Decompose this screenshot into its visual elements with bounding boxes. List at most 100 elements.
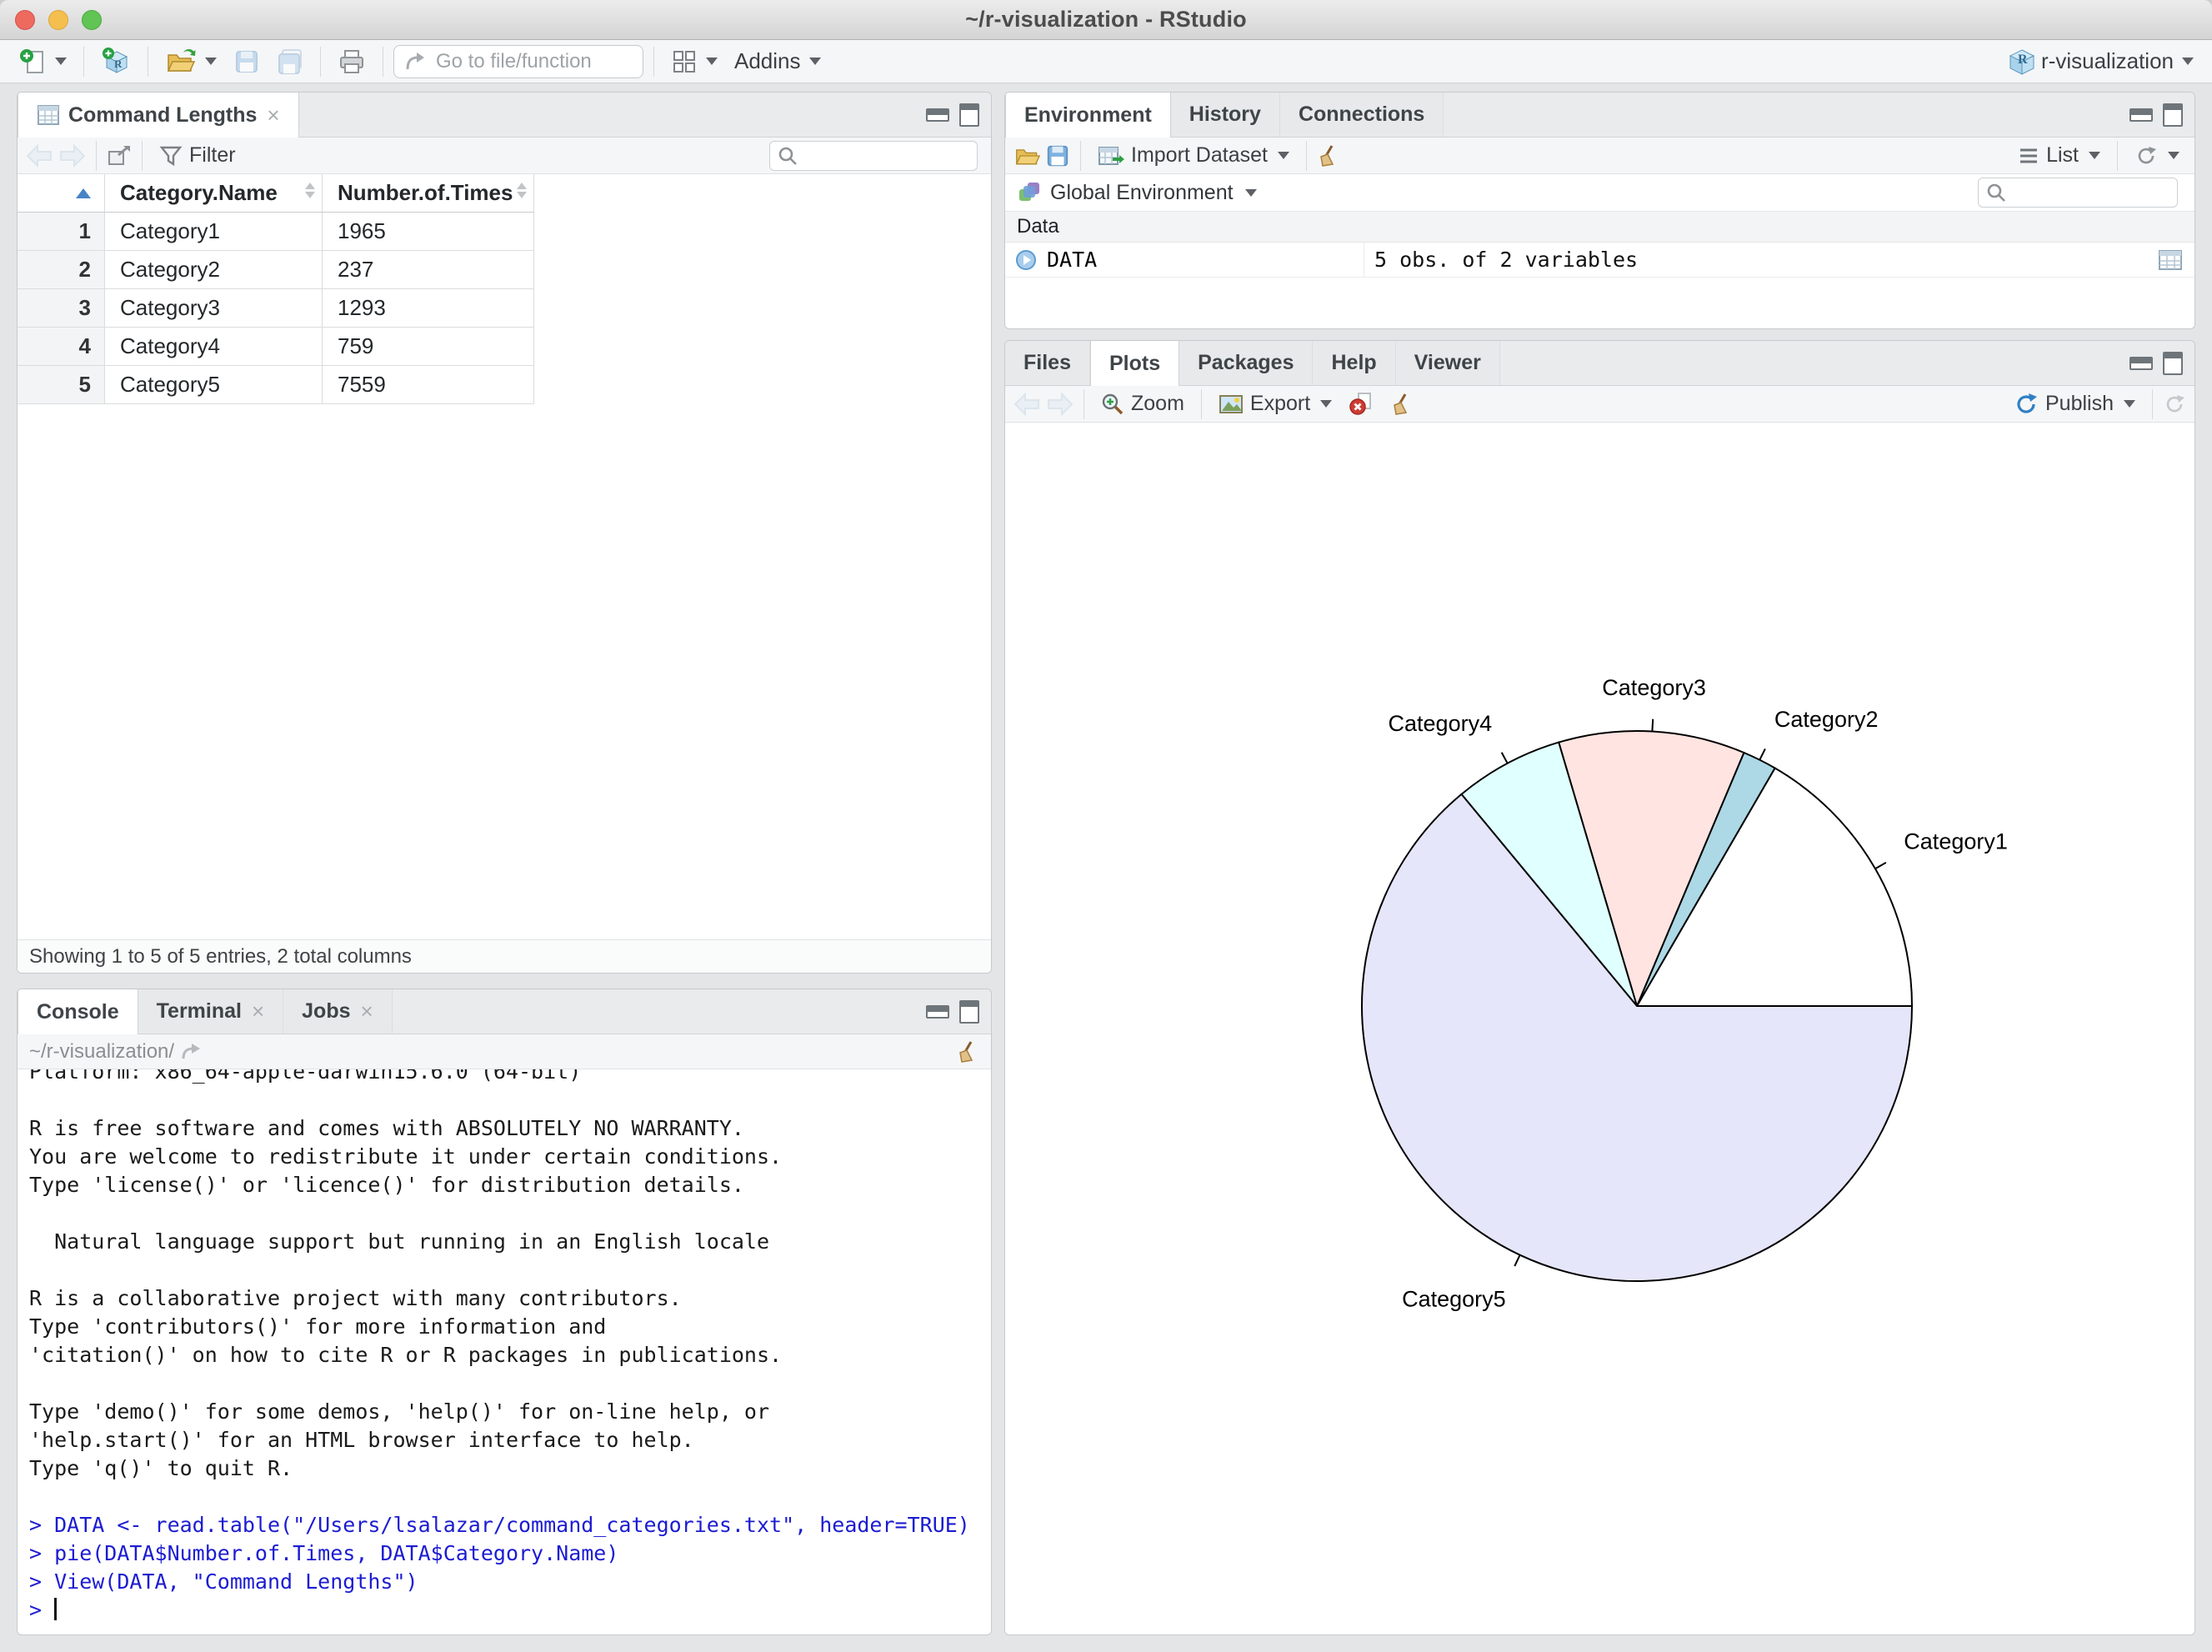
view-table-icon[interactable] <box>2158 249 2183 271</box>
tab-title: Command Lengths <box>68 103 258 127</box>
addins-label: Addins <box>734 48 801 73</box>
clear-all-plots-button[interactable] <box>1384 393 1420 416</box>
open-file-button[interactable] <box>158 43 223 80</box>
zoom-magnifier-icon <box>1102 393 1124 414</box>
remove-plot-button[interactable] <box>1342 392 1380 417</box>
minimize-pane-icon[interactable] <box>2129 108 2153 122</box>
console-output-line: Type 'license()' or 'licence()' for dist… <box>29 1173 744 1197</box>
save-all-icon <box>278 48 302 74</box>
close-icon[interactable]: × <box>267 103 279 128</box>
data-table: Category.Name Number.of.Times 1 Category1… <box>18 174 534 404</box>
tab-environment[interactable]: Environment <box>1005 93 1171 138</box>
project-menu-button[interactable]: R r-visualization <box>2001 43 2200 80</box>
refresh-plot-icon[interactable] <box>2163 393 2186 416</box>
next-plot-icon[interactable] <box>1045 392 1073 416</box>
minimize-window-button[interactable] <box>48 10 68 30</box>
tab-jobs[interactable]: Jobs × <box>283 989 393 1034</box>
console-prompt-line: > <box>29 1596 991 1624</box>
clear-environment-broom-icon[interactable] <box>1317 144 1340 168</box>
tab-history[interactable]: History <box>1170 93 1280 137</box>
minimize-pane-icon[interactable] <box>926 1004 949 1019</box>
plot-canvas: Category1 Category2 Category3 Category4 Cate… <box>1005 423 2194 1634</box>
divider <box>653 46 654 77</box>
table-cell: 3 <box>18 289 105 327</box>
title-bar: ~/r-visualization - RStudio <box>0 0 2212 40</box>
tab-files[interactable]: Files <box>1005 341 1090 385</box>
minimize-pane-icon[interactable] <box>926 108 949 122</box>
save-button[interactable] <box>227 43 267 80</box>
maximize-pane-icon[interactable] <box>2163 103 2183 127</box>
minimize-pane-icon[interactable] <box>2129 356 2153 370</box>
save-all-button[interactable] <box>270 43 310 80</box>
maximize-pane-icon[interactable] <box>959 103 979 127</box>
tab-label: Connections <box>1298 103 1425 126</box>
goto-directory-arrow-icon[interactable] <box>181 1042 203 1062</box>
console-output-line: 'citation()' on how to cite R or R packa… <box>29 1343 783 1367</box>
tab-connections[interactable]: Connections <box>1279 93 1444 137</box>
data-viewer-toolbar: Filter <box>18 138 991 174</box>
publish-plot-button[interactable]: Publish <box>2007 392 2142 417</box>
tab-packages[interactable]: Packages <box>1179 341 1314 385</box>
refresh-environment-button[interactable] <box>2128 144 2186 168</box>
import-dataset-button[interactable]: Import Dataset <box>1091 143 1296 168</box>
export-plot-button[interactable]: Export <box>1212 392 1339 416</box>
expand-object-icon[interactable] <box>1015 249 1037 271</box>
new-project-button[interactable]: R <box>94 43 138 80</box>
zoom-plot-button[interactable]: Zoom <box>1094 392 1191 416</box>
environment-object-row[interactable]: DATA 5 obs. of 2 variables <box>1005 243 2194 278</box>
new-file-button[interactable] <box>12 43 73 80</box>
tab-viewer[interactable]: Viewer <box>1395 341 1500 385</box>
scope-selector[interactable]: Global Environment <box>1050 181 1234 205</box>
close-icon[interactable]: × <box>252 999 264 1024</box>
goto-file-input[interactable] <box>434 48 618 74</box>
environment-tabbar: Environment History Connections <box>1005 93 2194 138</box>
tab-terminal[interactable]: Terminal × <box>138 989 284 1034</box>
column-header-times[interactable]: Number.of.Times <box>323 174 534 212</box>
close-window-button[interactable] <box>15 10 35 30</box>
table-search-box[interactable] <box>769 140 978 171</box>
console-output-line: Type 'contributors()' for more informati… <box>29 1314 607 1339</box>
chevron-down-icon <box>205 58 217 65</box>
zoom-window-button[interactable] <box>82 10 102 30</box>
search-icon <box>1987 183 2005 202</box>
column-header-category[interactable]: Category.Name <box>105 174 323 212</box>
environment-search-input[interactable] <box>2014 181 2172 204</box>
forward-arrow-icon[interactable] <box>58 143 86 168</box>
table-cell: Category2 <box>105 251 323 288</box>
open-in-new-window-icon[interactable] <box>107 144 132 168</box>
maximize-pane-icon[interactable] <box>959 999 979 1024</box>
main-toolbar: R Addins R <box>0 40 2212 83</box>
table-cell: 7559 <box>323 366 534 403</box>
print-button[interactable] <box>331 43 373 80</box>
pane-layout-button[interactable] <box>664 43 724 80</box>
table-status-bar: Showing 1 to 5 of 5 entries, 2 total col… <box>18 939 991 973</box>
tab-help[interactable]: Help <box>1313 341 1396 385</box>
console-command-line: > pie(DATA$Number.of.Times, DATA$Categor… <box>29 1541 619 1565</box>
row-number-header[interactable] <box>18 174 105 212</box>
tab-plots[interactable]: Plots <box>1089 341 1180 386</box>
console-body[interactable]: Platform: x86_64-apple-darwin15.6.0 (64-… <box>18 1069 991 1634</box>
list-view-button[interactable]: List <box>2011 143 2107 168</box>
tab-label: History <box>1189 103 1261 126</box>
environment-search-box[interactable] <box>1978 178 2178 208</box>
chevron-down-icon[interactable] <box>1244 188 1257 197</box>
table-search-input[interactable] <box>805 143 963 168</box>
load-workspace-folder-icon[interactable] <box>1013 143 1042 168</box>
clear-console-broom-icon[interactable] <box>956 1040 979 1064</box>
previous-plot-icon[interactable] <box>1013 392 1042 416</box>
console-output-line: You are welcome to redistribute it under… <box>29 1144 783 1169</box>
search-icon <box>778 147 797 165</box>
tab-label: Files <box>1023 351 1071 374</box>
close-icon[interactable]: × <box>361 999 373 1024</box>
tab-console[interactable]: Console <box>18 989 138 1034</box>
addins-button[interactable]: Addins <box>728 43 828 80</box>
save-workspace-icon[interactable] <box>1045 143 1070 168</box>
filter-button[interactable]: Filter <box>153 143 243 168</box>
goto-file-box[interactable] <box>393 44 643 78</box>
maximize-pane-icon[interactable] <box>2163 351 2183 375</box>
table-cell: 5 <box>18 366 105 403</box>
chevron-down-icon <box>706 58 718 65</box>
tab-command-lengths[interactable]: Command Lengths × <box>18 93 299 138</box>
back-arrow-icon[interactable] <box>26 143 54 168</box>
